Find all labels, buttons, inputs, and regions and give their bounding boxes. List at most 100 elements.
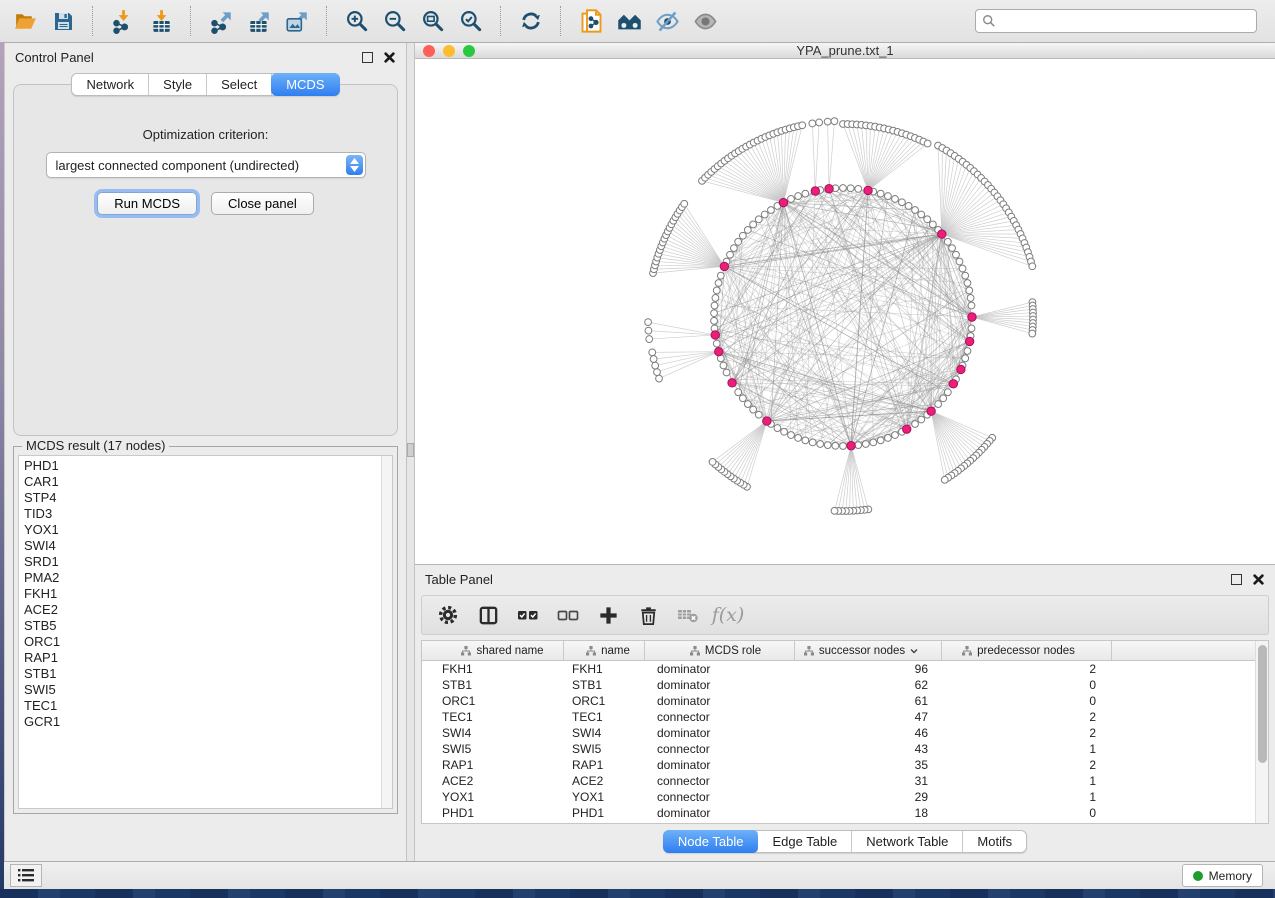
zoom-selected-icon[interactable] bbox=[452, 4, 490, 38]
network-node[interactable] bbox=[840, 185, 847, 192]
mcds-result-item[interactable]: CAR1 bbox=[24, 474, 381, 490]
network-node[interactable] bbox=[847, 442, 855, 450]
network-node[interactable] bbox=[941, 476, 948, 483]
tab-motifs[interactable]: Motifs bbox=[963, 831, 1026, 852]
network-node[interactable] bbox=[799, 122, 806, 129]
search-box[interactable] bbox=[975, 9, 1257, 33]
network-node[interactable] bbox=[779, 198, 787, 206]
float-panel-icon[interactable] bbox=[361, 51, 374, 64]
optimization-dropdown[interactable]: largest connected component (undirected) bbox=[46, 152, 366, 178]
deselect-all-icon[interactable] bbox=[550, 600, 586, 630]
column-header-MCDS-role[interactable]: MCDS role bbox=[645, 641, 795, 660]
select-all-icon[interactable] bbox=[510, 600, 546, 630]
network-node[interactable] bbox=[763, 417, 771, 425]
network-node[interactable] bbox=[795, 435, 802, 442]
mcds-result-list[interactable]: PHD1CAR1STP4TID3YOX1SWI4SRD1PMA2FKH1ACE2… bbox=[18, 455, 393, 809]
network-node[interactable] bbox=[715, 347, 723, 355]
network-node[interactable] bbox=[962, 272, 969, 279]
hide-panel-eye-icon[interactable] bbox=[648, 4, 686, 38]
network-node[interactable] bbox=[847, 185, 854, 192]
mcds-list-scrollbar[interactable] bbox=[381, 456, 392, 808]
network-node[interactable] bbox=[903, 425, 911, 433]
network-node[interactable] bbox=[816, 119, 823, 126]
mcds-result-item[interactable]: ACE2 bbox=[24, 602, 381, 618]
network-node[interactable] bbox=[681, 200, 688, 207]
network-node[interactable] bbox=[877, 190, 884, 197]
mcds-result-item[interactable]: SRD1 bbox=[24, 554, 381, 570]
network-node[interactable] bbox=[739, 232, 746, 239]
network-node[interactable] bbox=[709, 459, 716, 466]
split-handle[interactable] bbox=[407, 443, 414, 457]
column-header-name[interactable]: name bbox=[564, 641, 645, 660]
close-table-panel-icon[interactable] bbox=[1252, 573, 1265, 586]
network-node[interactable] bbox=[968, 302, 975, 309]
network-node[interactable] bbox=[967, 295, 974, 302]
table-row[interactable]: ORC1ORC1dominator610 bbox=[422, 693, 1268, 709]
network-node[interactable] bbox=[650, 356, 657, 363]
column-header-predecessor-nodes[interactable]: predecessor nodes bbox=[942, 641, 1112, 660]
network-node[interactable] bbox=[727, 251, 734, 258]
tab-network-table[interactable]: Network Table bbox=[852, 831, 963, 852]
mcds-result-item[interactable]: TEC1 bbox=[24, 698, 381, 714]
tab-select[interactable]: Select bbox=[207, 74, 272, 95]
float-table-panel-icon[interactable] bbox=[1230, 573, 1243, 586]
network-node[interactable] bbox=[645, 319, 652, 326]
network-node[interactable] bbox=[795, 193, 802, 200]
network-node[interactable] bbox=[899, 199, 906, 206]
delete-column-icon[interactable] bbox=[630, 600, 666, 630]
network-node[interactable] bbox=[885, 193, 892, 200]
add-column-icon[interactable] bbox=[590, 600, 626, 630]
network-node[interactable] bbox=[723, 369, 730, 376]
network-node[interactable] bbox=[712, 295, 719, 302]
network-node[interactable] bbox=[824, 442, 831, 449]
network-node[interactable] bbox=[892, 196, 899, 203]
network-node[interactable] bbox=[645, 327, 652, 334]
network-node[interactable] bbox=[711, 317, 718, 324]
network-node[interactable] bbox=[1029, 330, 1036, 337]
table-row[interactable]: PHD1PHD1dominator180 bbox=[422, 805, 1268, 821]
task-list-button[interactable] bbox=[10, 864, 42, 887]
network-node[interactable] bbox=[735, 238, 742, 245]
network-node[interactable] bbox=[711, 302, 718, 309]
network-node[interactable] bbox=[944, 238, 951, 245]
table-row[interactable]: RAP1RAP1dominator352 bbox=[422, 757, 1268, 773]
zoom-in-icon[interactable] bbox=[338, 4, 376, 38]
network-node[interactable] bbox=[959, 265, 966, 272]
memory-button[interactable]: Memory bbox=[1182, 864, 1263, 887]
import-table-icon[interactable] bbox=[142, 4, 180, 38]
table-row[interactable]: STB1STB1dominator620 bbox=[422, 677, 1268, 693]
network-titlebar[interactable]: YPA_prune.txt_1 bbox=[415, 43, 1275, 59]
network-node[interactable] bbox=[935, 401, 942, 408]
network-node[interactable] bbox=[927, 407, 935, 415]
tab-node-table[interactable]: Node Table bbox=[663, 830, 760, 853]
tab-edge-table[interactable]: Edge Table bbox=[758, 831, 852, 852]
network-node[interactable] bbox=[840, 443, 847, 450]
network-node[interactable] bbox=[940, 395, 947, 402]
mcds-result-item[interactable]: TID3 bbox=[24, 506, 381, 522]
network-node[interactable] bbox=[964, 280, 971, 287]
network-node[interactable] bbox=[855, 186, 862, 193]
network-node[interactable] bbox=[720, 262, 728, 270]
network-node[interactable] bbox=[918, 211, 925, 218]
network-node[interactable] bbox=[855, 442, 862, 449]
mcds-result-item[interactable]: STP4 bbox=[24, 490, 381, 506]
network-node[interactable] bbox=[862, 441, 869, 448]
network-node[interactable] bbox=[825, 185, 833, 193]
network-node[interactable] bbox=[744, 401, 751, 408]
network-node[interactable] bbox=[761, 211, 768, 218]
mcds-result-item[interactable]: RAP1 bbox=[24, 650, 381, 666]
network-node[interactable] bbox=[781, 428, 788, 435]
network-node[interactable] bbox=[802, 190, 809, 197]
table-row[interactable]: FKH1FKH1dominator962 bbox=[422, 661, 1268, 677]
network-node[interactable] bbox=[870, 439, 877, 446]
mcds-result-item[interactable]: ORC1 bbox=[24, 634, 381, 650]
table-row[interactable]: ACE2ACE2connector311 bbox=[422, 773, 1268, 789]
network-node[interactable] bbox=[924, 140, 931, 147]
network-node[interactable] bbox=[649, 349, 656, 356]
show-columns-icon[interactable] bbox=[470, 600, 506, 630]
network-node[interactable] bbox=[656, 375, 663, 382]
export-image-icon[interactable] bbox=[278, 4, 316, 38]
network-node[interactable] bbox=[924, 216, 931, 223]
save-session-icon[interactable] bbox=[44, 4, 82, 38]
clone-network-icon[interactable] bbox=[572, 4, 610, 38]
